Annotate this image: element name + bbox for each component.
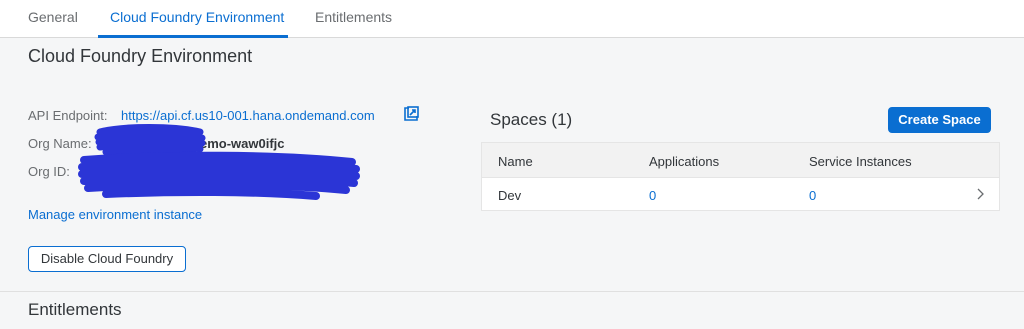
entitlements-section-title: Entitlements xyxy=(28,300,122,319)
disable-cloud-foundry-button[interactable]: Disable Cloud Foundry xyxy=(28,246,186,272)
column-header-service-instances[interactable]: Service Instances xyxy=(809,154,912,169)
service-instances-count-link[interactable]: 0 xyxy=(809,188,816,203)
section-title: Cloud Foundry Environment xyxy=(28,46,253,66)
api-endpoint-link[interactable]: https://api.cf.us10-001.hana.ondemand.co… xyxy=(121,108,375,123)
spaces-table: Name Applications Service Instances Dev … xyxy=(481,142,1000,211)
org-id-prefix: 3 xyxy=(80,164,88,179)
space-name-cell: Dev xyxy=(498,188,522,203)
tab-cloud-foundry-environment[interactable]: Cloud Foundry Environment xyxy=(97,0,289,38)
table-row[interactable]: Dev 0 0 xyxy=(482,178,999,211)
tab-general[interactable]: General xyxy=(28,0,78,38)
external-link-icon[interactable] xyxy=(402,105,420,123)
create-space-button[interactable]: Create Space xyxy=(888,107,991,133)
column-header-name[interactable]: Name xyxy=(498,154,533,169)
tab-bar: General Cloud Foundry Environment Entitl… xyxy=(0,0,1024,38)
spaces-title: Spaces (1) xyxy=(490,110,573,129)
section-divider xyxy=(0,291,1024,292)
spaces-table-header: Name Applications Service Instances xyxy=(482,143,999,178)
org-id-label: Org ID: xyxy=(28,164,70,179)
manage-environment-instance-link[interactable]: Manage environment instance xyxy=(28,207,202,222)
column-header-applications[interactable]: Applications xyxy=(649,154,719,169)
redaction-scribble-org-id xyxy=(78,151,360,200)
org-name-label: Org Name: xyxy=(28,136,92,151)
org-name-value: emo-waw0ifjc xyxy=(200,136,285,151)
chevron-right-icon[interactable] xyxy=(974,186,986,202)
api-endpoint-label: API Endpoint: xyxy=(28,108,108,123)
tab-entitlements[interactable]: Entitlements xyxy=(315,0,392,38)
redaction-scribble-org-name xyxy=(94,124,206,158)
applications-count-link[interactable]: 0 xyxy=(649,188,656,203)
org-id-value: ffd-00d4-b xyxy=(255,163,309,175)
